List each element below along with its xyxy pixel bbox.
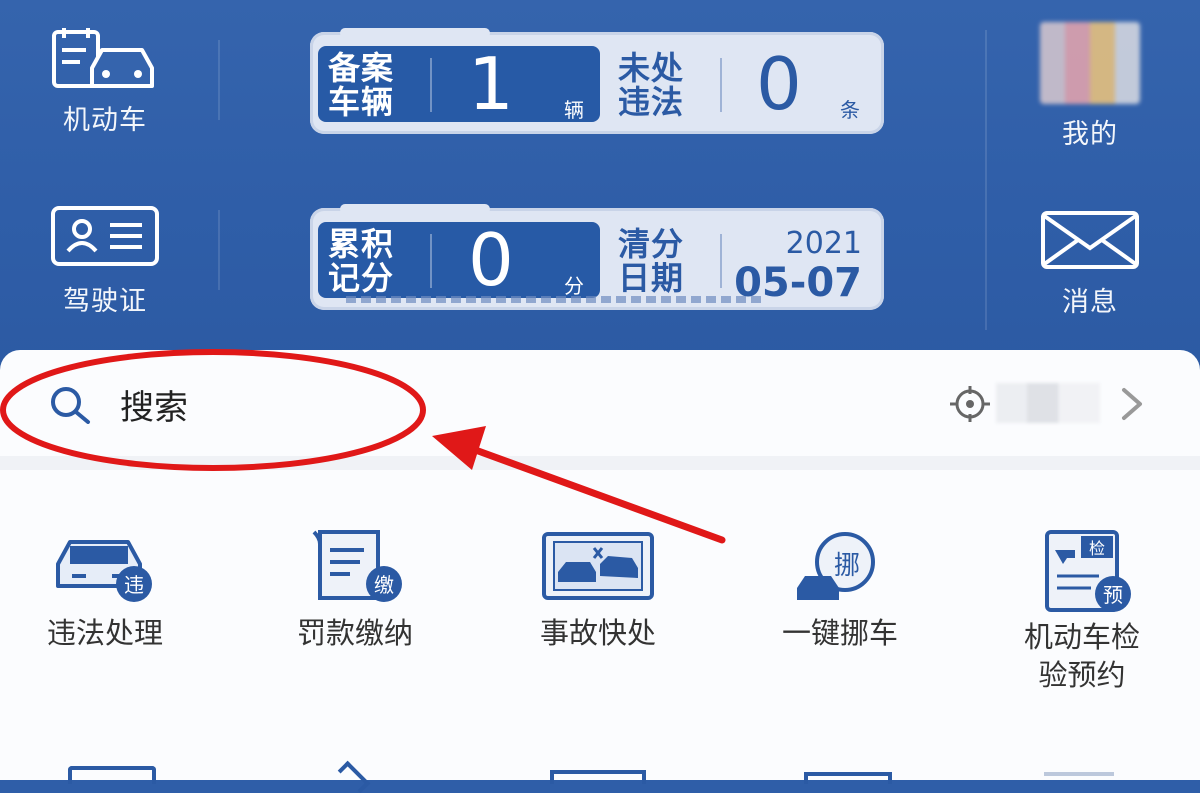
service-violation-label: 违法处理 <box>46 616 163 650</box>
service-accident[interactable]: 事故快处 <box>478 528 718 652</box>
fine-scroll-icon: 缴 <box>312 530 402 602</box>
registered-vehicles-box: 备案 车辆 1 辆 <box>318 42 600 126</box>
license-button[interactable]: 驾驶证 <box>25 205 185 318</box>
envelope-icon <box>1041 211 1139 269</box>
next-row-icon <box>1044 772 1114 784</box>
inspection-badge-text: 检 <box>1089 539 1105 558</box>
car-icon <box>52 28 154 88</box>
points-label-2: 记分 <box>328 259 395 297</box>
appointment-badge-text: 预 <box>1103 583 1123 607</box>
registered-label-2: 车辆 <box>328 83 395 121</box>
license-summary-card[interactable]: 累积 记分 0 分 清分 日期 2021 05-07 <box>310 204 884 310</box>
location-name[interactable] <box>996 383 1100 423</box>
violations-label-1: 未处 <box>618 49 685 87</box>
card-tab <box>340 204 490 214</box>
card-dots <box>346 296 764 303</box>
violations-unit: 条 <box>840 98 860 122</box>
accident-icon <box>542 532 654 600</box>
license-icon <box>51 206 159 266</box>
move-car-icon: 挪 <box>797 532 875 600</box>
points-unit: 分 <box>564 274 584 298</box>
inspection-icon: 检 预 <box>1045 530 1131 612</box>
section-separator <box>0 456 1200 470</box>
fine-badge-text: 缴 <box>374 573 394 597</box>
box-divider <box>430 234 432 288</box>
service-inspection[interactable]: 检 预 机动车检 验预约 <box>962 528 1200 694</box>
violation-car-icon: 违 <box>56 540 152 602</box>
service-violation[interactable]: 违 违法处理 <box>0 528 225 652</box>
service-move-car[interactable]: 挪 一键挪车 <box>720 528 960 652</box>
move-car-badge-text: 挪 <box>834 551 860 581</box>
clear-label-2: 日期 <box>618 259 685 297</box>
card-tab <box>340 28 490 38</box>
chevron-right-icon[interactable] <box>1118 386 1146 422</box>
vehicle-summary-card[interactable]: 备案 车辆 1 辆 未处 违法 0 条 <box>310 28 884 134</box>
violations-box: 未处 违法 0 条 <box>610 42 880 126</box>
violations-count: 0 <box>756 42 802 126</box>
service-fine-label: 罚款缴纳 <box>296 616 413 650</box>
service-inspection-label: 机动车检 验预约 <box>962 618 1200 694</box>
next-row-icon <box>550 770 646 784</box>
service-inspection-label-line1: 机动车检 <box>1023 620 1140 654</box>
violation-badge-text: 违 <box>124 573 144 597</box>
points-label-1: 累积 <box>328 225 395 263</box>
box-divider <box>720 58 722 112</box>
header-divider <box>985 30 987 330</box>
messages-button[interactable]: 消息 <box>1010 210 1170 319</box>
violations-label-2: 违法 <box>618 83 685 121</box>
header-divider <box>218 210 220 290</box>
vehicle-button[interactable]: 机动车 <box>25 28 185 137</box>
messages-label: 消息 <box>1062 287 1118 318</box>
search-input[interactable]: 搜索 <box>120 380 188 429</box>
points-value: 0 <box>468 218 514 302</box>
service-accident-label: 事故快处 <box>539 616 656 650</box>
box-divider <box>430 58 432 112</box>
header-divider <box>218 40 220 120</box>
service-fine[interactable]: 缴 罚款缴纳 <box>235 528 475 652</box>
points-box: 累积 记分 0 分 <box>318 218 600 302</box>
vehicle-label: 机动车 <box>63 105 147 136</box>
service-inspection-label-line2: 验预约 <box>1038 658 1126 692</box>
registered-label-1: 备案 <box>328 49 395 87</box>
search-icon <box>51 387 90 424</box>
clear-date-box: 清分 日期 2021 05-07 <box>610 222 880 306</box>
registered-count: 1 <box>468 42 514 126</box>
clear-label-1: 清分 <box>618 225 685 263</box>
clear-year: 2021 <box>785 226 862 261</box>
registered-unit: 辆 <box>564 98 584 122</box>
my-label: 我的 <box>1062 119 1118 150</box>
next-row-icon <box>804 772 892 784</box>
next-row-icon <box>68 766 156 784</box>
license-label: 驾驶证 <box>63 286 147 317</box>
service-move-car-label: 一键挪车 <box>781 616 898 650</box>
box-divider <box>720 234 722 288</box>
avatar[interactable] <box>1040 22 1140 104</box>
location-icon[interactable] <box>948 384 992 424</box>
